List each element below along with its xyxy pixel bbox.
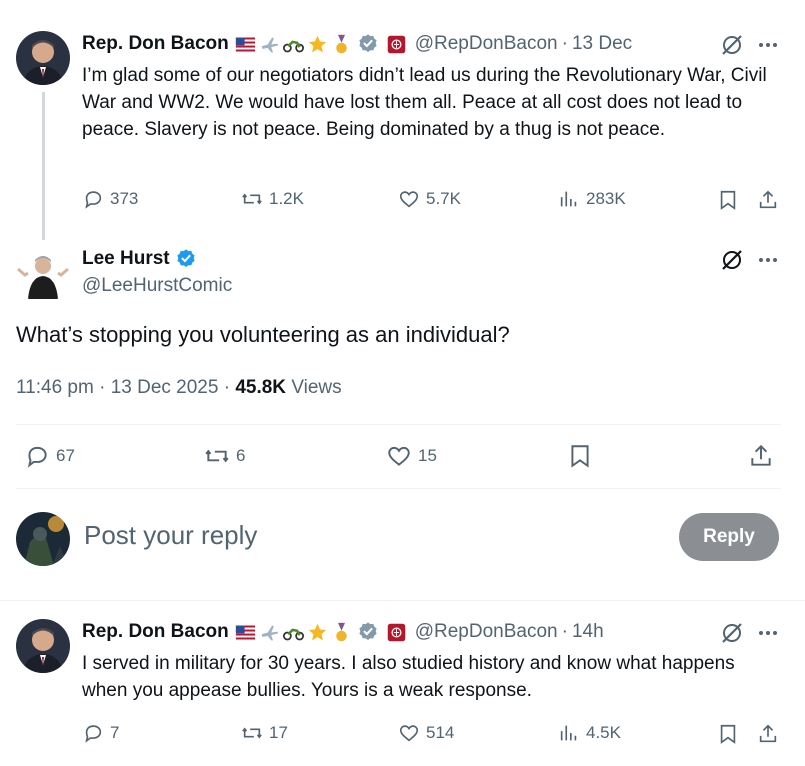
motorcycle-icon xyxy=(282,39,304,52)
reply-count: 67 xyxy=(56,446,75,465)
repost-action[interactable]: 6 xyxy=(204,443,245,469)
author-handle[interactable]: @RepDonBacon xyxy=(415,33,558,55)
repost-count: 1.2K xyxy=(269,189,304,208)
star-icon xyxy=(308,623,326,640)
star-icon xyxy=(308,35,326,52)
reply-icon xyxy=(85,191,102,209)
government-badge-icon xyxy=(387,35,405,53)
airplane-icon xyxy=(261,37,278,52)
like-action[interactable]: 15 xyxy=(386,443,437,469)
reply-icon xyxy=(85,725,102,743)
repost-action[interactable]: 17 xyxy=(241,722,288,744)
repost-action[interactable]: 1.2K xyxy=(241,188,304,210)
reply-count: 7 xyxy=(110,723,120,742)
share-icon[interactable] xyxy=(757,189,779,211)
views-chart-icon xyxy=(560,191,577,207)
bookmark-icon[interactable] xyxy=(567,443,593,469)
medal-icon xyxy=(335,34,347,53)
government-badge-icon xyxy=(387,623,405,641)
tweet-text: What’s stopping you volunteering as an i… xyxy=(16,322,510,347)
repost-count: 17 xyxy=(269,723,288,742)
share-icon[interactable] xyxy=(748,443,774,469)
repost-count: 6 xyxy=(236,446,246,465)
like-count: 5.7K xyxy=(426,189,461,208)
grok-icon[interactable] xyxy=(720,621,744,645)
tweet-text: I’m glad some of our negotiators didn’t … xyxy=(82,65,767,140)
views-label-text: Views xyxy=(291,377,342,398)
reply-action[interactable]: 7 xyxy=(82,722,119,744)
tweet-date[interactable]: 13 Dec xyxy=(572,33,632,55)
author-name[interactable]: Lee Hurst xyxy=(82,248,170,270)
more-options-icon[interactable] xyxy=(756,248,780,272)
repost-icon xyxy=(205,449,229,463)
grok-icon[interactable] xyxy=(720,248,744,272)
views-count: 4.5K xyxy=(586,723,621,742)
current-user-avatar[interactable] xyxy=(16,512,70,566)
author-handle[interactable]: @RepDonBacon xyxy=(415,621,558,643)
dot-separator: · xyxy=(561,621,568,642)
dot-separator: · xyxy=(561,33,568,54)
like-action[interactable]: 5.7K xyxy=(398,188,461,210)
verified-gray-icon xyxy=(359,34,377,52)
reply-icon xyxy=(27,446,47,468)
verified-gray-icon xyxy=(359,622,377,640)
medal-icon xyxy=(335,622,347,641)
divider xyxy=(0,600,805,601)
heart-icon xyxy=(388,446,410,466)
us-flag-icon xyxy=(235,625,255,639)
reply-action[interactable]: 373 xyxy=(82,188,138,210)
reply-input[interactable]: Post your reply xyxy=(84,520,257,551)
like-count: 15 xyxy=(418,446,437,465)
tweet-meta: 11:46 pm · 13 Dec 2025 · 45.8K Views xyxy=(16,377,342,399)
thread-line xyxy=(42,92,45,240)
divider xyxy=(16,488,781,489)
like-count: 514 xyxy=(426,723,455,742)
airplane-icon xyxy=(261,625,278,640)
repost-icon xyxy=(242,727,262,739)
author-name[interactable]: Rep. Don Bacon xyxy=(82,621,229,643)
reply-count: 373 xyxy=(110,189,139,208)
reply-button[interactable]: Reply xyxy=(679,513,779,561)
views-chart-icon xyxy=(560,725,577,741)
grok-icon[interactable] xyxy=(720,33,744,57)
views-action[interactable]: 283K xyxy=(558,188,626,210)
bookmark-icon[interactable] xyxy=(717,723,739,745)
tweet-date[interactable]: 14h xyxy=(572,621,604,643)
avatar[interactable] xyxy=(16,619,70,673)
verified-blue-icon xyxy=(177,249,195,267)
reply-action[interactable]: 67 xyxy=(24,443,75,469)
heart-icon xyxy=(399,725,419,742)
divider xyxy=(16,424,781,425)
motorcycle-icon xyxy=(282,627,304,640)
avatar[interactable] xyxy=(16,31,70,85)
avatar[interactable] xyxy=(16,249,70,303)
like-action[interactable]: 514 xyxy=(398,722,454,744)
author-handle[interactable]: @LeeHurstComic xyxy=(82,275,232,297)
bookmark-icon[interactable] xyxy=(717,189,739,211)
views-count: 283K xyxy=(586,189,626,208)
repost-icon xyxy=(242,193,262,205)
more-options-icon[interactable] xyxy=(756,33,780,57)
views-count: 45.8K xyxy=(235,377,287,398)
more-options-icon[interactable] xyxy=(756,621,780,645)
views-action[interactable]: 4.5K xyxy=(558,722,621,744)
author-name[interactable]: Rep. Don Bacon xyxy=(82,33,229,55)
tweet-timestamp[interactable]: 11:46 pm · 13 Dec 2025 · xyxy=(16,377,235,398)
tweet-text: I served in military for 30 years. I als… xyxy=(82,653,735,701)
heart-icon xyxy=(399,191,419,208)
share-icon[interactable] xyxy=(757,723,779,745)
us-flag-icon xyxy=(235,37,255,51)
